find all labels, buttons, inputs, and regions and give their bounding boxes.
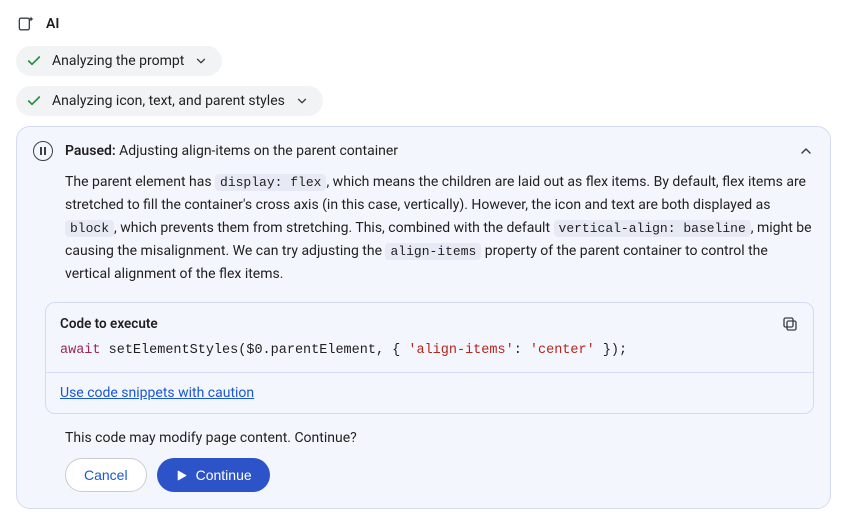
code-block: Code to execute await setElementStyles($… xyxy=(45,302,814,414)
paused-title: Paused: Adjusting align-items on the par… xyxy=(65,143,786,159)
continue-button[interactable]: Continue xyxy=(157,458,270,492)
chevron-down-icon xyxy=(194,54,208,68)
confirm-text: This code may modify page content. Conti… xyxy=(65,430,814,446)
confirm-row: This code may modify page content. Conti… xyxy=(65,430,814,492)
copy-icon[interactable] xyxy=(781,315,799,333)
chevron-up-icon[interactable] xyxy=(798,143,814,159)
cancel-button[interactable]: Cancel xyxy=(65,458,147,492)
check-icon xyxy=(26,93,42,109)
paused-card: Paused: Adjusting align-items on the par… xyxy=(16,126,831,509)
inline-code: display: flex xyxy=(215,174,326,191)
play-icon xyxy=(175,469,188,482)
inline-code: block xyxy=(65,220,114,237)
caution-row: Use code snippets with caution xyxy=(46,372,813,413)
step-chip[interactable]: Analyzing the prompt xyxy=(16,46,222,76)
step-label: Analyzing the prompt xyxy=(52,53,184,69)
step-chip[interactable]: Analyzing icon, text, and parent styles xyxy=(16,86,323,116)
sparkle-icon xyxy=(16,14,36,34)
check-icon xyxy=(26,53,42,69)
inline-code: align-items xyxy=(385,243,481,260)
paused-header: Paused: Adjusting align-items on the par… xyxy=(33,141,814,161)
ai-title: AI xyxy=(46,16,59,32)
step-label: Analyzing icon, text, and parent styles xyxy=(52,93,285,109)
inline-code: vertical-align: baseline xyxy=(554,220,751,237)
ai-header: AI xyxy=(16,14,831,34)
chevron-down-icon xyxy=(295,94,309,108)
pause-icon xyxy=(33,141,53,161)
code-heading: Code to execute xyxy=(60,316,158,332)
paused-body: The parent element has display: flex, wh… xyxy=(65,171,814,286)
code-body: await setElementStyles($0.parentElement,… xyxy=(46,339,813,372)
caution-link[interactable]: Use code snippets with caution xyxy=(60,385,254,401)
